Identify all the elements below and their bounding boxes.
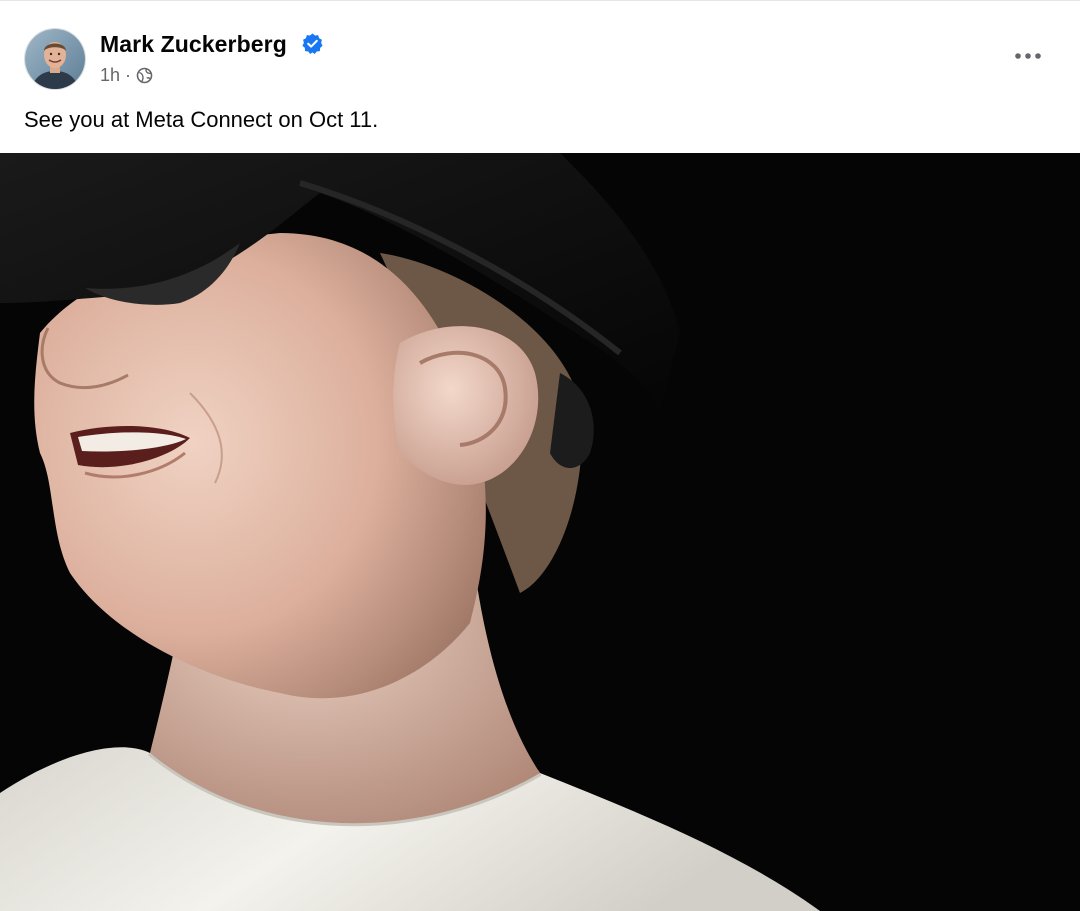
- meta-separator: ·: [125, 64, 132, 85]
- verified-badge-icon: [302, 33, 323, 55]
- author-name[interactable]: Mark Zuckerberg: [100, 31, 287, 58]
- facebook-post: Mark Zuckerberg 1h · See you at Meta Con…: [0, 0, 1080, 911]
- more-horizontal-icon: [1015, 53, 1041, 59]
- post-text: See you at Meta Connect on Oct 11.: [24, 107, 379, 132]
- post-time[interactable]: 1h: [100, 65, 120, 86]
- post-options-button[interactable]: [1008, 41, 1048, 71]
- avatar-photo: [25, 29, 85, 89]
- globe-icon[interactable]: [136, 67, 153, 84]
- post-header: Mark Zuckerberg 1h · See you at Meta Con…: [0, 0, 1080, 153]
- author-avatar[interactable]: [24, 28, 86, 90]
- photo-illustration: [0, 153, 1080, 911]
- post-meta: 1h ·: [100, 64, 153, 86]
- post-photo[interactable]: [0, 153, 1080, 911]
